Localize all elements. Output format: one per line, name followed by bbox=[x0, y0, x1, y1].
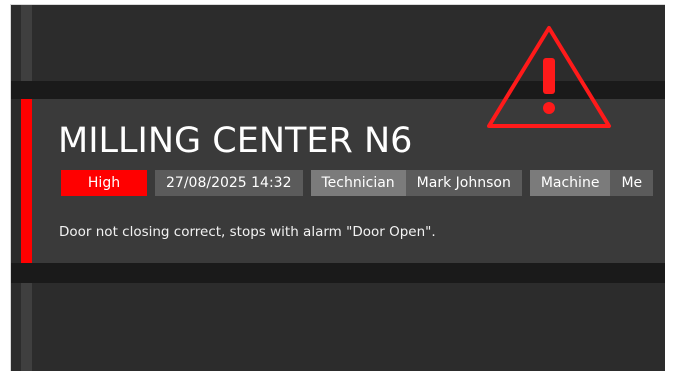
ticket-description: Door not closing correct, stops with ala… bbox=[59, 224, 436, 240]
machine-title: MILLING CENTER N6 bbox=[58, 121, 413, 161]
datetime-badge: 27/08/2025 14:32 bbox=[155, 170, 303, 196]
priority-badge: High bbox=[61, 170, 147, 196]
ticket-row-previous[interactable] bbox=[11, 5, 665, 81]
ticket-board: MILLING CENTER N6 High 27/08/2025 14:32 … bbox=[10, 4, 665, 371]
ticket-tags: High 27/08/2025 14:32 Technician Mark Jo… bbox=[61, 170, 654, 196]
technician-label: Technician bbox=[310, 170, 406, 196]
ticket-card[interactable]: MILLING CENTER N6 High 27/08/2025 14:32 … bbox=[21, 99, 665, 263]
machine-label: Machine bbox=[529, 170, 611, 196]
row-status-stripe bbox=[21, 283, 32, 371]
priority-stripe bbox=[21, 99, 32, 263]
machine-tag: Machine Me bbox=[529, 170, 654, 196]
machine-value: Me bbox=[610, 170, 654, 196]
ticket-row-next[interactable] bbox=[11, 283, 665, 371]
row-separator bbox=[11, 81, 665, 99]
technician-tag: Technician Mark Johnson bbox=[310, 170, 522, 196]
row-status-stripe bbox=[21, 5, 32, 81]
row-separator bbox=[11, 263, 665, 283]
technician-value: Mark Johnson bbox=[405, 170, 522, 196]
